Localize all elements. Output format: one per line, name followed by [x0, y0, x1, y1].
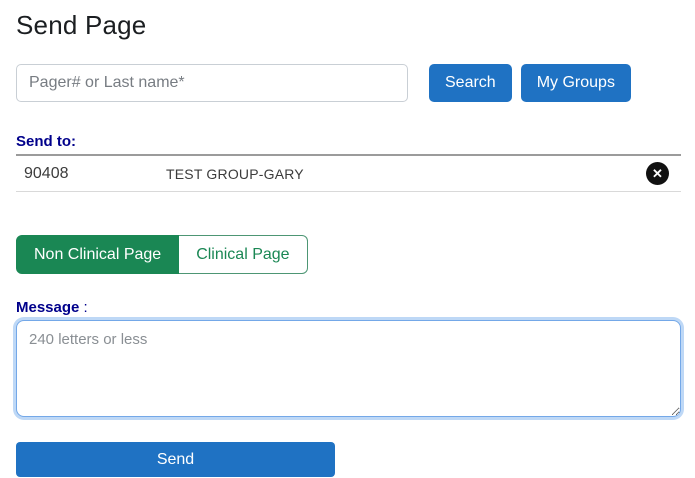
send-to-label: Send to: [16, 133, 76, 150]
recipient-pager-number: 90408 [24, 164, 69, 182]
send-page-container: Send Page Search My Groups Send to: 9040… [0, 0, 695, 477]
search-row: Search My Groups [16, 64, 679, 102]
recipient-row: 90408 TEST GROUP-GARY ✕ [16, 156, 681, 192]
send-button[interactable]: Send [16, 442, 335, 477]
message-label-colon: : [83, 299, 88, 316]
remove-recipient-icon[interactable]: ✕ [646, 162, 669, 185]
non-clinical-page-button[interactable]: Non Clinical Page [16, 235, 180, 274]
recipient-name: TEST GROUP-GARY [166, 165, 304, 182]
message-label-text: Message [16, 299, 80, 316]
recipients-table: 90408 TEST GROUP-GARY ✕ [16, 154, 681, 192]
search-button[interactable]: Search [429, 64, 512, 102]
message-label: Message : [16, 299, 679, 316]
search-input[interactable] [16, 64, 408, 102]
my-groups-button[interactable]: My Groups [520, 64, 631, 102]
page-title: Send Page [16, 10, 147, 40]
clinical-page-button[interactable]: Clinical Page [179, 235, 308, 274]
page-type-toggle-group: Non Clinical Page Clinical Page [16, 235, 308, 274]
message-textarea[interactable] [16, 320, 681, 417]
